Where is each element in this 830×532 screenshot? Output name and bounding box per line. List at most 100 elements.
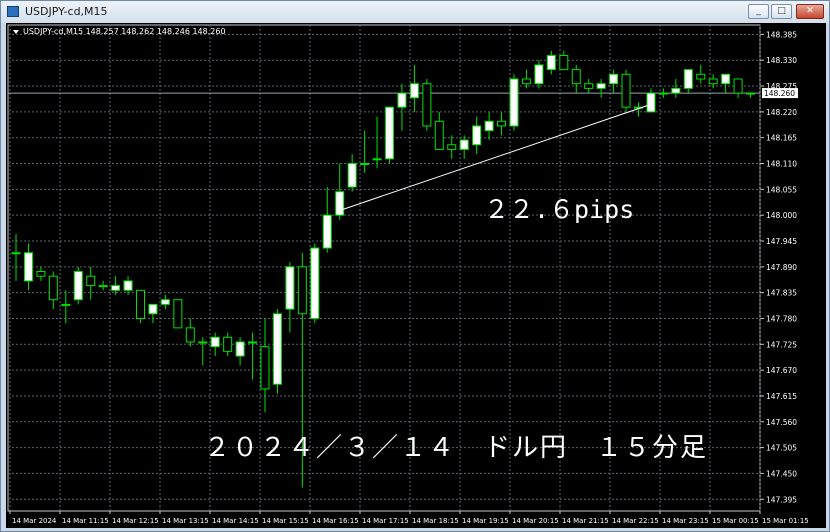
current-price-label: 148.260 xyxy=(764,89,795,98)
y-axis-tick-label: 147.505 xyxy=(766,444,797,453)
x-axis-tick-label: 14 Mar 2024 xyxy=(12,517,57,525)
candle-body-bullish xyxy=(372,158,382,161)
candle-body-bearish xyxy=(497,120,507,127)
candle-body-bullish xyxy=(285,266,295,310)
candle-body-bullish xyxy=(335,191,345,216)
candle-body-bearish xyxy=(559,55,569,71)
candle-body-bullish xyxy=(509,78,519,127)
candle-body-bearish xyxy=(86,275,96,287)
candle-body-bearish xyxy=(36,271,46,277)
candle-body-bullish xyxy=(148,303,158,315)
x-axis-tick-label: 14 Mar 11:15 xyxy=(62,517,109,525)
candle-body-bullish xyxy=(658,92,668,95)
candle-body-bearish xyxy=(621,73,631,108)
candle-body-bearish xyxy=(733,78,743,94)
candle-body-bullish xyxy=(11,252,21,255)
x-axis-tick-label: 15 Mar 01:15 xyxy=(762,517,809,525)
candle-body-bullish xyxy=(61,303,71,306)
candle-body-bullish xyxy=(73,271,83,301)
y-axis-tick-label: 147.780 xyxy=(766,314,797,323)
candle-body-bullish xyxy=(360,163,370,166)
maximize-button[interactable]: □ xyxy=(771,4,792,19)
x-axis-tick-label: 14 Mar 15:15 xyxy=(262,517,309,525)
window-title: USDJPY-cd,M15 xyxy=(25,5,108,18)
candle-body-bullish xyxy=(310,247,320,319)
chart-caption: ２０２４／３／１４ ドル円 １５分足 xyxy=(204,433,709,463)
candle-body-bearish xyxy=(422,83,432,127)
candle-body-bullish xyxy=(459,139,469,150)
candle-body-bullish xyxy=(534,64,544,85)
candle-body-bearish xyxy=(185,327,195,343)
x-axis-tick-label: 14 Mar 21:15 xyxy=(562,517,609,525)
y-axis-tick-label: 148.165 xyxy=(766,134,797,143)
candle-body-bearish xyxy=(447,144,457,150)
x-axis-tick-label: 14 Mar 20:15 xyxy=(512,517,559,525)
pips-annotation: ２２.６pips xyxy=(484,195,635,224)
x-axis-tick-label: 14 Mar 13:15 xyxy=(162,517,209,525)
candle-body-bearish xyxy=(708,78,718,85)
candle-body-bearish xyxy=(48,275,58,301)
candle-body-bullish xyxy=(646,92,656,113)
candle-body-bearish xyxy=(521,78,531,85)
candle-body-bearish xyxy=(223,336,233,352)
y-axis-tick-label: 147.890 xyxy=(766,263,797,272)
candle-body-bullish xyxy=(609,73,619,85)
chart-window: USDJPY-cd,M15 _ □ ✕ 148.385 148.330 148.27… xyxy=(0,0,830,532)
candle-body-bearish xyxy=(297,266,307,315)
candle-body-bullish xyxy=(746,92,756,95)
candle-body-bullish xyxy=(235,341,245,357)
y-axis-tick-label: 148.330 xyxy=(766,56,797,65)
candle-body-bullish xyxy=(272,313,282,385)
x-axis-tick-label: 14 Mar 14:15 xyxy=(212,517,259,525)
candle-body-bullish xyxy=(683,69,693,89)
candle-body-bearish xyxy=(584,83,594,89)
candle-body-bullish xyxy=(409,83,419,99)
y-axis-tick-label: 148.110 xyxy=(766,160,797,169)
y-axis-tick-label: 147.395 xyxy=(766,495,797,504)
chart-window-icon xyxy=(7,6,19,17)
title-bar[interactable]: USDJPY-cd,M15 _ □ ✕ xyxy=(1,1,829,23)
symbol-header-text: USDJPY-cd,M15 148.257 148.262 148.246 14… xyxy=(23,27,226,36)
candle-body-bearish xyxy=(571,69,581,85)
x-axis-tick-label: 15 Mar 00:15 xyxy=(712,517,759,525)
candle-body-bullish xyxy=(111,285,121,291)
close-button[interactable]: ✕ xyxy=(796,4,824,19)
y-axis-tick-label: 147.725 xyxy=(766,340,797,349)
chart-canvas[interactable]: 148.385 148.330 148.275 148.220 148.165 148.1… xyxy=(6,23,826,528)
candle-body-bearish xyxy=(173,299,183,329)
candle-body-bullish xyxy=(198,341,208,344)
x-axis-tick-label: 14 Mar 23:15 xyxy=(662,517,709,525)
candle-body-bullish xyxy=(210,336,220,348)
candle-body-bullish xyxy=(248,341,258,344)
y-axis-tick-label: 148.220 xyxy=(766,108,797,117)
minimize-button[interactable]: _ xyxy=(748,4,769,19)
candle-body-bearish xyxy=(260,346,270,390)
candle-body-bullish xyxy=(596,83,606,89)
x-axis-tick-label: 14 Mar 12:15 xyxy=(112,517,159,525)
y-axis-tick-label: 147.615 xyxy=(766,392,797,401)
y-axis-tick-label: 147.560 xyxy=(766,418,797,427)
candle-body-bearish xyxy=(434,120,444,150)
candle-body-bullish xyxy=(98,285,108,288)
candle-body-bullish xyxy=(322,214,332,249)
candle-body-bullish xyxy=(160,299,170,305)
candle-body-bullish xyxy=(123,280,133,291)
x-axis-tick-label: 14 Mar 17:15 xyxy=(362,517,409,525)
x-axis-tick-label: 14 Mar 18:15 xyxy=(412,517,459,525)
x-axis-tick-label: 14 Mar 16:15 xyxy=(312,517,359,525)
candle-body-bearish xyxy=(696,73,706,80)
candle-body-bullish xyxy=(484,120,494,132)
symbol-header: USDJPY-cd,M15 148.257 148.262 148.246 14… xyxy=(13,27,226,36)
y-axis-tick-label: 147.945 xyxy=(766,237,797,246)
x-axis-tick-label: 14 Mar 19:15 xyxy=(462,517,509,525)
candle-body-bullish xyxy=(472,125,482,146)
y-axis-tick-label: 147.450 xyxy=(766,469,797,478)
candle-body-bullish xyxy=(397,92,407,108)
candle-body-bullish xyxy=(347,163,357,188)
y-axis-tick-label: 148.055 xyxy=(766,185,797,194)
dropdown-arrow-icon xyxy=(13,29,19,34)
candle-body-bullish xyxy=(23,252,33,282)
candle-body-bullish xyxy=(721,73,731,85)
y-axis-tick-label: 148.385 xyxy=(766,30,797,39)
y-axis-tick-label: 148.000 xyxy=(766,211,797,220)
